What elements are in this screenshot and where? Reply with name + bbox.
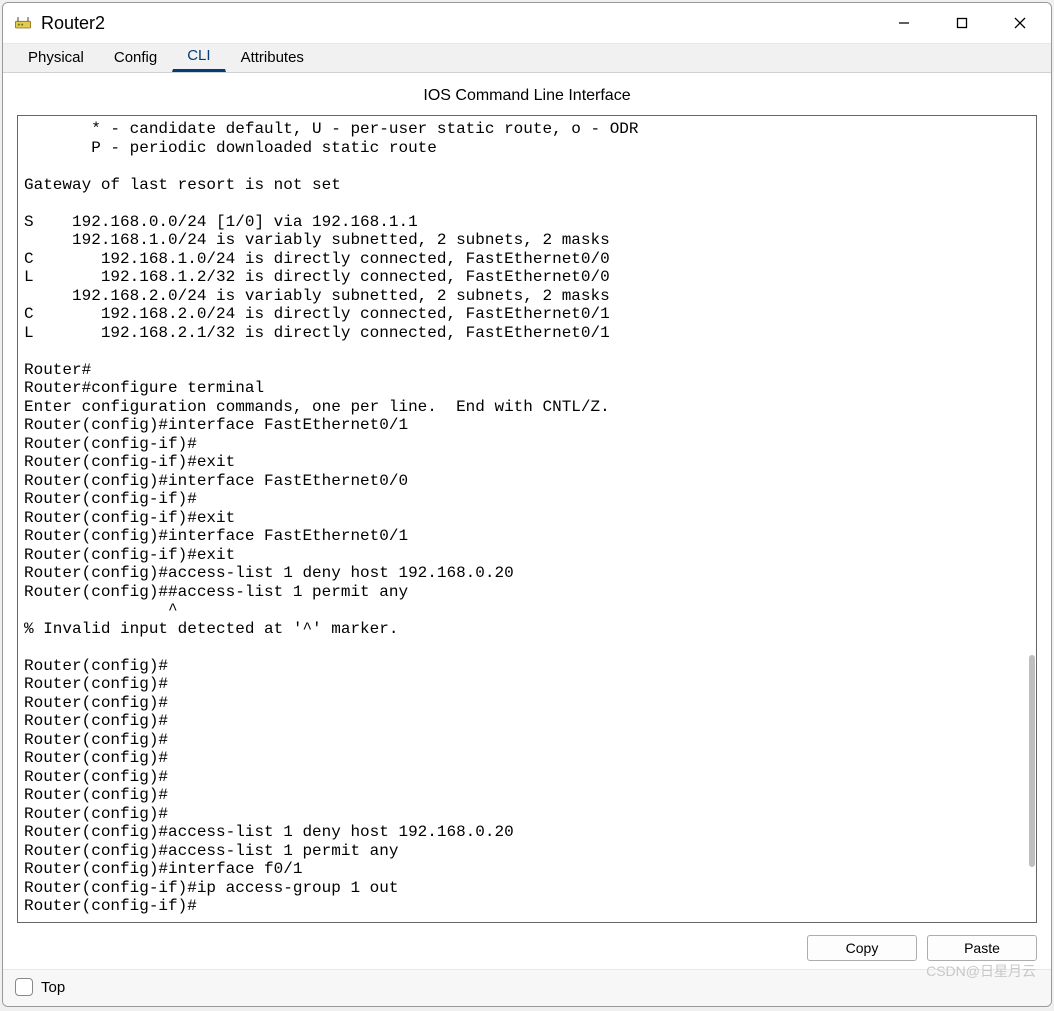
router-icon xyxy=(13,13,33,33)
titlebar: Router2 xyxy=(3,3,1051,43)
minimize-button[interactable] xyxy=(875,3,933,43)
paste-button[interactable]: Paste xyxy=(927,935,1037,961)
scrollbar-thumb[interactable] xyxy=(1029,655,1035,867)
bottom-bar: Top xyxy=(3,969,1051,1006)
action-buttons: Copy Paste xyxy=(3,929,1051,969)
maximize-button[interactable] xyxy=(933,3,991,43)
cli-terminal[interactable]: * - candidate default, U - per-user stat… xyxy=(17,115,1037,923)
tab-physical[interactable]: Physical xyxy=(13,44,99,72)
tab-config[interactable]: Config xyxy=(99,44,172,72)
tab-attributes[interactable]: Attributes xyxy=(226,44,319,72)
tab-bar: Physical Config CLI Attributes xyxy=(3,43,1051,73)
copy-button[interactable]: Copy xyxy=(807,935,917,961)
tab-cli[interactable]: CLI xyxy=(172,42,225,72)
top-label: Top xyxy=(41,979,65,996)
terminal-container: * - candidate default, U - per-user stat… xyxy=(17,115,1037,923)
cli-subtitle: IOS Command Line Interface xyxy=(3,73,1051,115)
app-window: Router2 Physical Config CLI Attributes I… xyxy=(2,2,1052,1007)
close-button[interactable] xyxy=(991,3,1049,43)
window-controls xyxy=(875,3,1049,43)
top-checkbox[interactable] xyxy=(15,978,33,996)
window-title: Router2 xyxy=(41,13,875,34)
terminal-scrollbar[interactable] xyxy=(1023,115,1037,923)
